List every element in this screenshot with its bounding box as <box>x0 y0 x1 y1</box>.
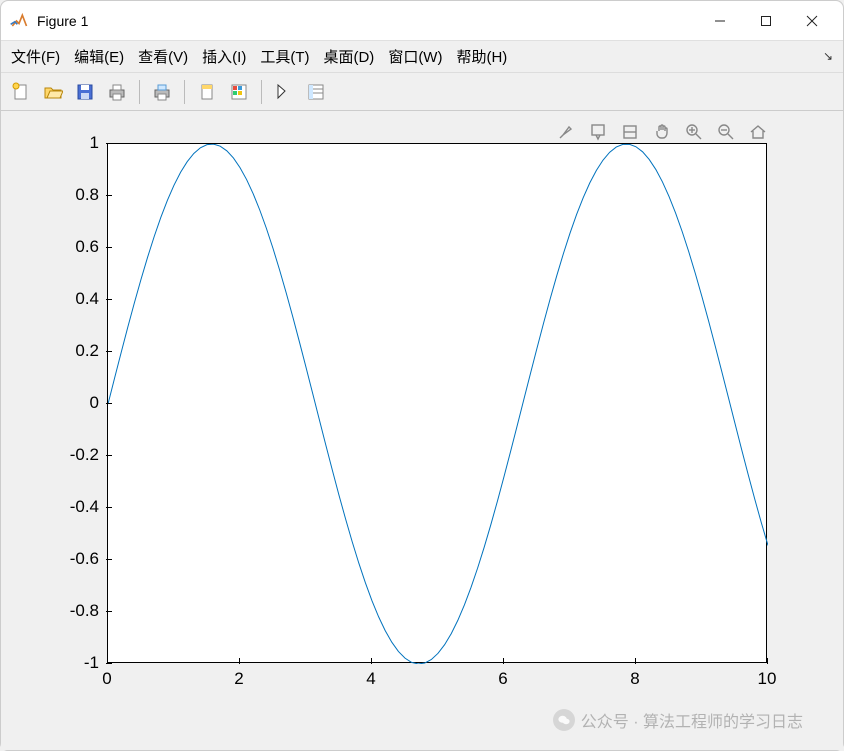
y-tick-label: 0 <box>59 393 99 413</box>
window-title: Figure 1 <box>37 13 88 29</box>
close-button[interactable] <box>789 5 835 37</box>
toolbar-separator <box>261 80 262 104</box>
menu-tools[interactable]: 工具(T) <box>260 46 309 67</box>
print-button[interactable] <box>103 78 131 106</box>
y-tick-label: 0.6 <box>59 237 99 257</box>
menubar: 文件(F) 编辑(E) 查看(V) 插入(I) 工具(T) 桌面(D) 窗口(W… <box>1 41 843 73</box>
data-line <box>108 144 768 664</box>
watermark: 公众号 · 算法工程师的学习日志 <box>553 708 803 732</box>
toolbar-separator <box>184 80 185 104</box>
print-preview-button[interactable] <box>148 78 176 106</box>
menu-help[interactable]: 帮助(H) <box>456 46 507 67</box>
y-tick-label: 0.4 <box>59 289 99 309</box>
figure-window: Figure 1 文件(F) 编辑(E) 查看(V) 插入(I) 工具(T) 桌… <box>0 0 844 751</box>
save-button[interactable] <box>71 78 99 106</box>
menu-desktop[interactable]: 桌面(D) <box>323 46 374 67</box>
zoom-out-icon[interactable] <box>713 119 739 145</box>
brush-icon[interactable] <box>553 119 579 145</box>
x-tick-label: 2 <box>234 669 243 689</box>
pan-icon[interactable] <box>649 119 675 145</box>
menu-window[interactable]: 窗口(W) <box>388 46 442 67</box>
wechat-icon <box>553 709 575 731</box>
plot-box <box>107 143 767 663</box>
axes[interactable]: -1-0.8-0.6-0.4-0.200.20.40.60.81 0246810 <box>107 143 767 663</box>
menu-file[interactable]: 文件(F) <box>11 46 60 67</box>
dock-arrow-icon[interactable]: ↘ <box>823 49 833 63</box>
menu-edit[interactable]: 编辑(E) <box>74 46 124 67</box>
y-tick-label: 0.2 <box>59 341 99 361</box>
x-tick-label: 6 <box>498 669 507 689</box>
x-tick-label: 0 <box>102 669 111 689</box>
menu-view[interactable]: 查看(V) <box>138 46 188 67</box>
y-tick-label: 0.8 <box>59 185 99 205</box>
y-tick-label: -0.2 <box>59 445 99 465</box>
matlab-icon <box>9 11 29 31</box>
edit-plot-button[interactable] <box>270 78 298 106</box>
maximize-button[interactable] <box>743 5 789 37</box>
zoom-in-icon[interactable] <box>681 119 707 145</box>
rotate-icon[interactable] <box>617 119 643 145</box>
open-button[interactable] <box>39 78 67 106</box>
home-icon[interactable] <box>745 119 771 145</box>
minimize-button[interactable] <box>697 5 743 37</box>
watermark-text: 公众号 · 算法工程师的学习日志 <box>581 708 803 732</box>
new-figure-button[interactable] <box>7 78 35 106</box>
inspector-button[interactable] <box>302 78 330 106</box>
x-tick-label: 8 <box>630 669 639 689</box>
axes-toolbar <box>553 119 771 145</box>
toolbar <box>1 73 843 111</box>
x-tick-label: 10 <box>758 669 777 689</box>
y-tick-label: -0.6 <box>59 549 99 569</box>
menu-insert[interactable]: 插入(I) <box>202 46 246 67</box>
link-plot-button[interactable] <box>193 78 221 106</box>
toolbar-separator <box>139 80 140 104</box>
datatip-icon[interactable] <box>585 119 611 145</box>
titlebar: Figure 1 <box>1 1 843 41</box>
x-tick-label: 4 <box>366 669 375 689</box>
colorbar-button[interactable] <box>225 78 253 106</box>
y-tick-label: -0.4 <box>59 497 99 517</box>
y-tick-label: 1 <box>59 133 99 153</box>
y-tick-label: -1 <box>59 653 99 673</box>
figure-area: -1-0.8-0.6-0.4-0.200.20.40.60.81 0246810… <box>1 111 843 750</box>
line-plot <box>108 144 768 664</box>
y-tick-label: -0.8 <box>59 601 99 621</box>
